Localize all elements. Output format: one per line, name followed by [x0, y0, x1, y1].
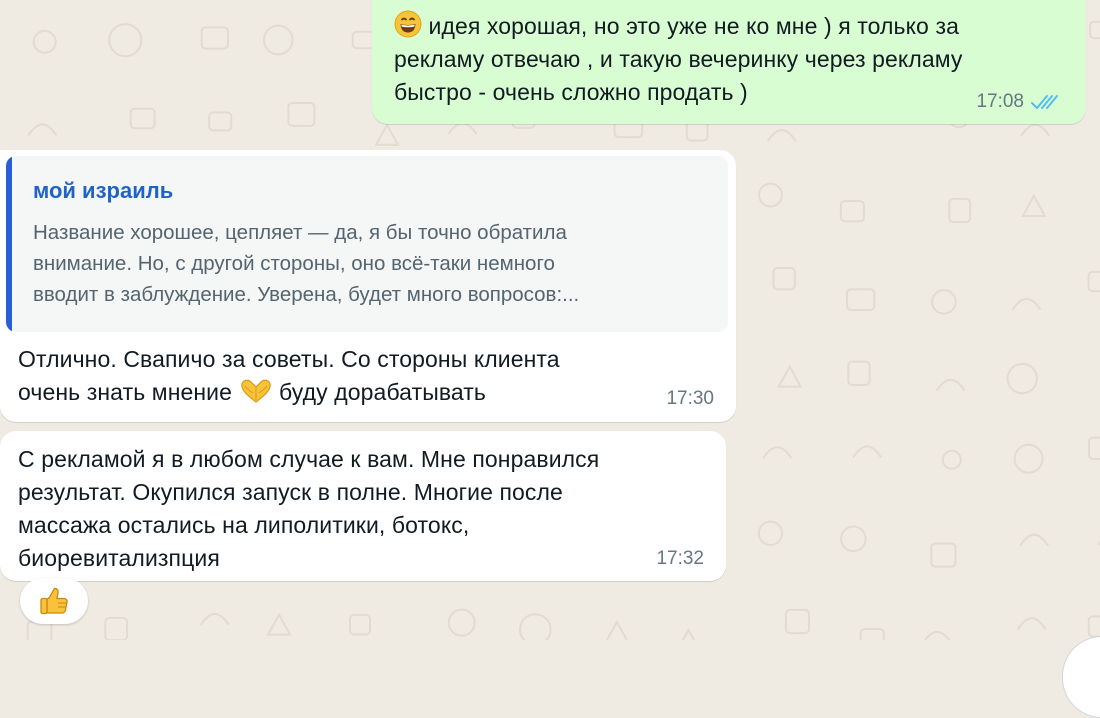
message-text: идея хорошая, но это уже не ко мне ) я т…: [394, 10, 1056, 109]
wallpaper-doodle: [1019, 533, 1050, 547]
wallpaper-doodle: [931, 289, 957, 315]
wallpaper-doodle: [447, 122, 478, 135]
wallpaper-doodle: [605, 619, 628, 640]
wallpaper-doodle: [1006, 362, 1038, 395]
wallpaper-doodle: [758, 182, 783, 208]
wallpaper-doodle: [1011, 297, 1042, 311]
wallpaper-doodle: [777, 364, 803, 388]
wallpaper-doodle: [200, 26, 229, 50]
scroll-down-button[interactable]: [1062, 636, 1100, 718]
message-time: 17:08: [976, 91, 1024, 112]
message-line: идея хорошая, но это уже не ко мне ) я т…: [428, 13, 959, 39]
incoming-message-bubble[interactable]: С рекламой я в любом случае к вам. Мне п…: [0, 431, 726, 581]
wallpaper-doodle: [852, 445, 882, 459]
message-line: результат. Окупился запуск в полне. Мног…: [18, 479, 563, 505]
wallpaper-doodle: [766, 129, 797, 142]
message-time: 17:30: [666, 388, 714, 409]
wallpaper-doodle: [1021, 193, 1047, 217]
double-check-read-icon: [1031, 95, 1058, 109]
grinning-face-emoji: [394, 10, 422, 38]
message-line: буду дорабатывать: [279, 379, 487, 405]
incoming-message-bubble[interactable]: мой израиль Название хорошее, цепляет — …: [0, 150, 736, 422]
wallpaper-doodle: [287, 101, 316, 127]
wallpaper-doodle: [845, 288, 876, 311]
message-text: С рекламой я в любом случае к вам. Мне п…: [18, 443, 706, 575]
message-line: Отлично. Свапичо за советы. Со стороны к…: [18, 346, 560, 372]
wallpaper-doodle: [1016, 617, 1047, 630]
quoted-message[interactable]: мой израиль Название хорошее, цепляет — …: [6, 156, 728, 332]
quote-line: вводит в заблуждение. Уверена, будет мно…: [33, 283, 580, 306]
message-line: очень знать мнение: [18, 379, 233, 405]
wallpaper-doodle: [839, 200, 865, 223]
message-line: биоревитализпция: [18, 545, 220, 571]
wallpaper-doodle: [104, 616, 129, 640]
message-line: массажа остались на липолитики, ботокс,: [18, 512, 470, 538]
message-meta: 17:08: [976, 91, 1060, 113]
wallpaper-doodle: [447, 608, 476, 637]
wallpaper-doodle: [374, 122, 400, 146]
wallpaper-doodle: [772, 267, 796, 291]
wallpaper-doodle: [208, 111, 233, 132]
wallpaper-doodle: [681, 627, 696, 640]
wallpaper-doodle: [840, 525, 867, 553]
wallpaper-doodle: [1087, 615, 1100, 638]
wallpaper-doodle: [26, 620, 53, 640]
wallpaper-doodle: [859, 628, 885, 640]
wallpaper-doodle: [1087, 270, 1100, 293]
message-line: быстро - очень сложно продать ): [394, 79, 748, 105]
wallpaper-doodle: [266, 612, 292, 636]
wallpaper-doodle: [1020, 123, 1051, 137]
wallpaper-doodle: [519, 613, 552, 640]
thumbs-up-icon: [40, 587, 68, 615]
wallpaper-doodle: [351, 30, 376, 50]
message-line: С рекламой я в любом случае к вам. Мне п…: [18, 446, 600, 472]
wallpaper-doodle: [262, 24, 294, 56]
wallpaper-doodle: [941, 449, 962, 470]
wallpaper-doodle: [1013, 443, 1044, 474]
wallpaper-doodle: [784, 608, 811, 635]
wallpaper-doodle: [199, 613, 230, 626]
wallpaper-doodle: [762, 446, 793, 459]
wallpaper-doodle: [757, 520, 784, 546]
wallpaper-doodle: [923, 630, 951, 640]
message-line: рекламу отвечаю , и такую вечеринку чере…: [394, 46, 963, 72]
wallpaper-doodle: [1087, 436, 1100, 461]
wallpaper-doodle: [1089, 20, 1100, 40]
wallpaper-doodle: [27, 123, 58, 136]
quote-line: внимание. Но, с другой стороны, оно всё-…: [33, 252, 555, 275]
quote-line: Название хорошее, цепляет — да, я бы точ…: [33, 221, 567, 244]
message-reaction[interactable]: [20, 578, 88, 624]
wallpaper-doodle: [349, 613, 372, 636]
message-time: 17:32: [656, 548, 704, 569]
outgoing-message-bubble[interactable]: идея хорошая, но это уже не ко мне ) я т…: [372, 0, 1086, 124]
message-meta: 17:32: [656, 548, 704, 570]
wallpaper-doodle: [948, 197, 972, 224]
message-text: Отлично. Свапичо за советы. Со стороны к…: [6, 332, 728, 409]
wallpaper-doodle: [129, 107, 156, 130]
wallpaper-doodle: [930, 542, 957, 568]
wallpaper-doodle: [847, 360, 871, 386]
quote-author: мой израиль: [33, 178, 174, 203]
heart-hands-emoji: [240, 379, 271, 403]
wallpaper-doodle: [108, 23, 143, 58]
quote-text: Название хорошее, цепляет — да, я бы точ…: [33, 217, 698, 310]
wallpaper-doodle: [32, 29, 57, 54]
message-meta: 17:30: [666, 388, 714, 410]
quote-accent-bar: [6, 156, 12, 332]
wallpaper-doodle: [935, 378, 966, 392]
